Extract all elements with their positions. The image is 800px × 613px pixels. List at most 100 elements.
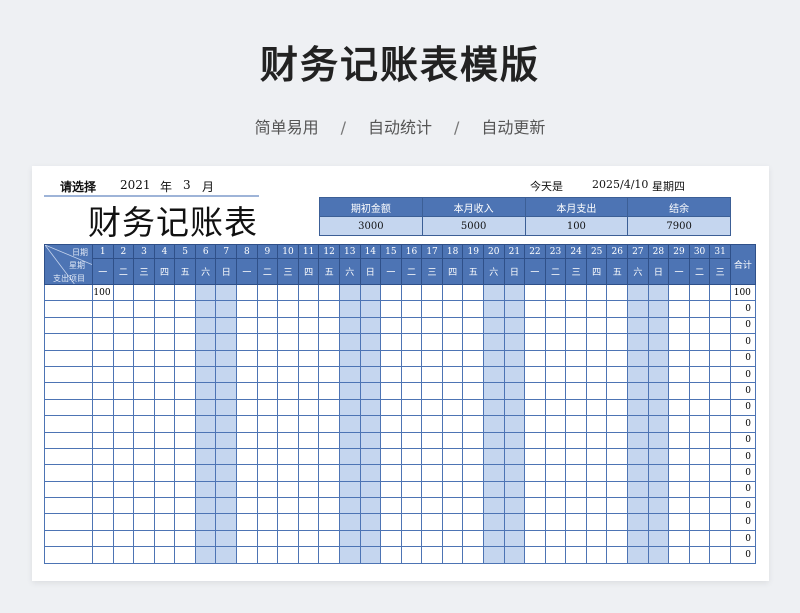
day-amount-cell[interactable] bbox=[133, 333, 155, 351]
day-amount-cell[interactable] bbox=[585, 316, 608, 335]
day-amount-cell[interactable] bbox=[359, 480, 382, 499]
day-amount-cell[interactable] bbox=[688, 513, 711, 531]
day-amount-cell[interactable] bbox=[215, 415, 238, 433]
day-amount-cell[interactable] bbox=[627, 283, 649, 302]
day-amount-cell[interactable] bbox=[133, 546, 155, 564]
day-amount-cell[interactable] bbox=[524, 316, 546, 335]
day-amount-cell[interactable] bbox=[380, 464, 402, 482]
day-amount-cell[interactable] bbox=[441, 415, 464, 433]
day-amount-cell[interactable] bbox=[318, 464, 340, 482]
day-amount-cell[interactable] bbox=[359, 316, 382, 335]
day-amount-cell[interactable] bbox=[380, 382, 402, 400]
day-amount-cell[interactable] bbox=[277, 365, 299, 384]
day-amount-cell[interactable] bbox=[709, 464, 731, 482]
day-amount-cell[interactable]: 100 bbox=[92, 283, 114, 302]
day-amount-cell[interactable] bbox=[606, 464, 629, 482]
expense-item-cell[interactable] bbox=[44, 365, 93, 384]
day-amount-cell[interactable] bbox=[524, 349, 546, 367]
day-amount-cell[interactable] bbox=[153, 497, 176, 515]
day-amount-cell[interactable] bbox=[565, 300, 587, 318]
day-amount-cell[interactable] bbox=[503, 529, 526, 548]
day-amount-cell[interactable] bbox=[256, 529, 279, 548]
day-amount-cell[interactable] bbox=[236, 283, 258, 302]
day-amount-cell[interactable] bbox=[112, 382, 135, 400]
day-amount-cell[interactable] bbox=[256, 447, 279, 466]
day-amount-cell[interactable] bbox=[318, 365, 340, 384]
day-amount-cell[interactable] bbox=[277, 529, 299, 548]
day-amount-cell[interactable] bbox=[688, 529, 711, 548]
day-amount-cell[interactable] bbox=[400, 398, 423, 417]
day-amount-cell[interactable] bbox=[503, 464, 526, 482]
day-amount-cell[interactable] bbox=[215, 300, 238, 318]
day-amount-cell[interactable] bbox=[606, 365, 629, 384]
day-amount-cell[interactable] bbox=[133, 513, 155, 531]
day-amount-cell[interactable] bbox=[606, 300, 629, 318]
day-amount-cell[interactable] bbox=[297, 398, 320, 417]
day-amount-cell[interactable] bbox=[688, 333, 711, 351]
day-amount-cell[interactable] bbox=[297, 447, 320, 466]
day-amount-cell[interactable] bbox=[194, 415, 217, 433]
day-amount-cell[interactable] bbox=[153, 415, 176, 433]
day-amount-cell[interactable] bbox=[92, 316, 114, 335]
day-amount-cell[interactable] bbox=[277, 497, 299, 515]
day-amount-cell[interactable] bbox=[462, 480, 484, 499]
day-amount-cell[interactable] bbox=[174, 365, 196, 384]
day-amount-cell[interactable] bbox=[462, 497, 484, 515]
day-amount-cell[interactable] bbox=[112, 529, 135, 548]
day-amount-cell[interactable] bbox=[215, 365, 238, 384]
day-amount-cell[interactable] bbox=[236, 382, 258, 400]
expense-item-cell[interactable] bbox=[44, 333, 93, 351]
day-amount-cell[interactable] bbox=[585, 497, 608, 515]
day-amount-cell[interactable] bbox=[133, 398, 155, 417]
day-amount-cell[interactable] bbox=[194, 365, 217, 384]
day-amount-cell[interactable] bbox=[503, 546, 526, 564]
day-amount-cell[interactable] bbox=[441, 365, 464, 384]
day-amount-cell[interactable] bbox=[194, 529, 217, 548]
day-amount-cell[interactable] bbox=[380, 300, 402, 318]
day-amount-cell[interactable] bbox=[462, 349, 484, 367]
day-amount-cell[interactable] bbox=[380, 333, 402, 351]
day-amount-cell[interactable] bbox=[709, 365, 731, 384]
day-amount-cell[interactable] bbox=[400, 480, 423, 499]
day-amount-cell[interactable] bbox=[668, 415, 690, 433]
day-amount-cell[interactable] bbox=[112, 283, 135, 302]
day-amount-cell[interactable] bbox=[112, 415, 135, 433]
day-amount-cell[interactable] bbox=[482, 316, 505, 335]
day-amount-cell[interactable] bbox=[112, 480, 135, 499]
expense-item-cell[interactable] bbox=[44, 283, 93, 302]
day-amount-cell[interactable] bbox=[153, 480, 176, 499]
day-amount-cell[interactable] bbox=[256, 349, 279, 367]
day-amount-cell[interactable] bbox=[174, 497, 196, 515]
day-amount-cell[interactable] bbox=[277, 415, 299, 433]
day-amount-cell[interactable] bbox=[174, 398, 196, 417]
day-amount-cell[interactable] bbox=[544, 382, 567, 400]
day-amount-cell[interactable] bbox=[441, 283, 464, 302]
day-amount-cell[interactable] bbox=[359, 365, 382, 384]
day-amount-cell[interactable] bbox=[236, 316, 258, 335]
day-amount-cell[interactable] bbox=[92, 300, 114, 318]
day-amount-cell[interactable] bbox=[565, 529, 587, 548]
day-amount-cell[interactable] bbox=[503, 513, 526, 531]
expense-item-cell[interactable] bbox=[44, 382, 93, 400]
day-amount-cell[interactable] bbox=[153, 447, 176, 466]
day-amount-cell[interactable] bbox=[215, 497, 238, 515]
day-amount-cell[interactable] bbox=[462, 529, 484, 548]
day-amount-cell[interactable] bbox=[215, 316, 238, 335]
day-amount-cell[interactable] bbox=[524, 497, 546, 515]
day-amount-cell[interactable] bbox=[194, 283, 217, 302]
day-amount-cell[interactable] bbox=[709, 349, 731, 367]
day-amount-cell[interactable] bbox=[236, 513, 258, 531]
day-amount-cell[interactable] bbox=[524, 480, 546, 499]
day-amount-cell[interactable] bbox=[503, 382, 526, 400]
day-amount-cell[interactable] bbox=[709, 431, 731, 449]
day-amount-cell[interactable] bbox=[544, 497, 567, 515]
day-amount-cell[interactable] bbox=[627, 480, 649, 499]
day-amount-cell[interactable] bbox=[544, 349, 567, 367]
day-amount-cell[interactable] bbox=[565, 415, 587, 433]
day-amount-cell[interactable] bbox=[256, 333, 279, 351]
day-amount-cell[interactable] bbox=[668, 365, 690, 384]
day-amount-cell[interactable] bbox=[627, 497, 649, 515]
day-amount-cell[interactable] bbox=[524, 333, 546, 351]
day-amount-cell[interactable] bbox=[627, 300, 649, 318]
day-amount-cell[interactable] bbox=[503, 447, 526, 466]
